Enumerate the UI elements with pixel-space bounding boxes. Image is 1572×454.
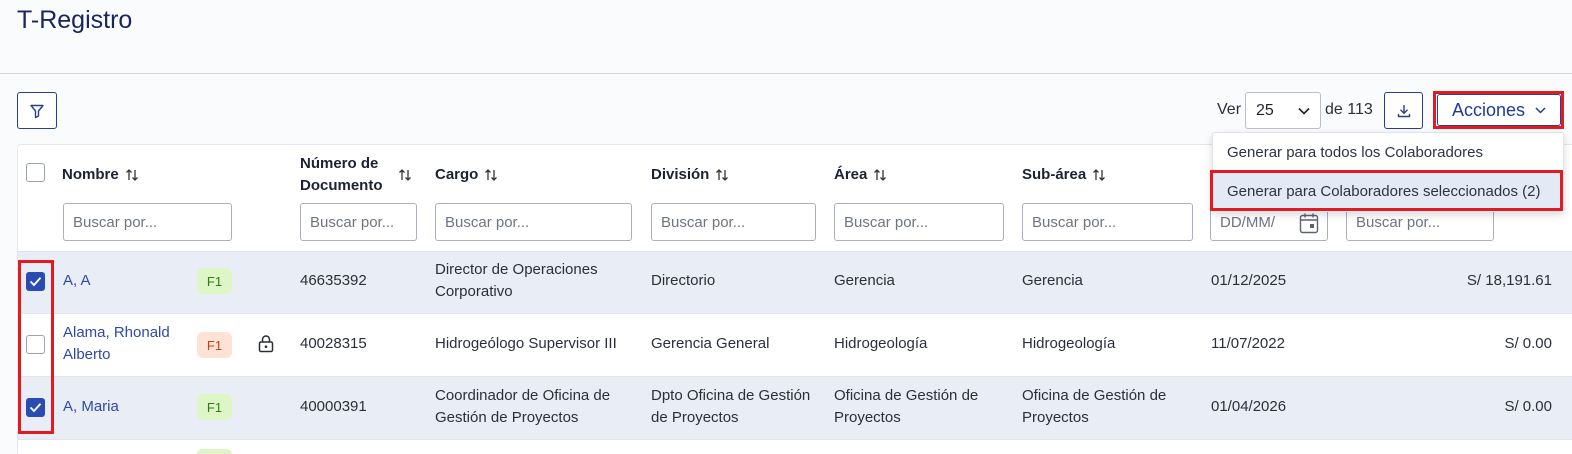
search-input-documento[interactable] — [300, 203, 417, 241]
menu-item-highlight-box — [1210, 170, 1563, 211]
status-badge: F1 — [197, 332, 232, 358]
download-icon — [1397, 104, 1410, 117]
column-header-label: Número de Documento — [300, 155, 383, 194]
monto-cell: S/ 18,191.61 — [1466, 272, 1552, 289]
column-header-label: Nombre — [62, 166, 119, 183]
division-cell: Dpto Oficina de Gestión de Proyectos — [651, 387, 811, 426]
table-row[interactable] — [18, 314, 1572, 376]
date-placeholder: DD/MM/ — [1220, 213, 1275, 231]
page-size-select[interactable]: 25 — [1245, 92, 1321, 129]
area-cell: Oficina de Gestión de Proyectos — [834, 387, 979, 426]
area-cell: Hidrogeología — [834, 335, 928, 352]
column-header-nombre[interactable]: Nombre — [62, 164, 139, 186]
collaborator-name-link[interactable]: A, Maria — [63, 396, 119, 418]
column-header-subarea[interactable]: Sub-área — [1022, 164, 1106, 186]
fecha-cell: 01/12/2025 — [1211, 272, 1287, 289]
fecha-cell: 11/07/2022 — [1211, 335, 1285, 352]
documento-cell: 46635392 — [300, 272, 367, 289]
total-records-label: de 113 — [1325, 101, 1373, 118]
page-size-value: 25 — [1256, 101, 1274, 119]
monto-cell: S/ 0.00 — [1504, 398, 1552, 415]
filter-icon — [30, 104, 44, 118]
collaborator-name-link[interactable]: Alama, Rhonald Alberto — [63, 322, 188, 366]
status-badge: F1 — [197, 394, 232, 420]
search-input-subarea[interactable] — [1022, 203, 1193, 241]
column-header-documento[interactable]: Número de Documento — [300, 153, 420, 197]
monto-cell: S/ 0.00 — [1504, 335, 1552, 352]
chevron-down-icon — [1298, 107, 1310, 115]
table-row[interactable] — [18, 252, 1572, 313]
documento-cell: 40000391 — [300, 398, 367, 415]
sort-icon — [874, 169, 887, 181]
acciones-highlight-box — [1433, 91, 1564, 129]
documento-cell: 40028315 — [300, 335, 367, 352]
select-all-checkbox[interactable] — [26, 163, 45, 182]
column-header-division[interactable]: División — [651, 164, 729, 186]
search-input-cargo[interactable] — [435, 203, 632, 241]
column-header-label: Área — [834, 166, 868, 183]
status-badge — [197, 449, 232, 454]
search-input-nombre[interactable] — [63, 203, 232, 241]
sort-icon — [399, 169, 411, 181]
subarea-cell: Oficina de Gestión de Proyectos — [1022, 387, 1167, 426]
download-button[interactable] — [1384, 92, 1423, 129]
division-cell: Directorio — [651, 272, 716, 289]
sort-icon — [125, 169, 138, 181]
checkbox-column-highlight — [18, 260, 54, 434]
table-row[interactable] — [18, 440, 1572, 454]
area-cell: Gerencia — [834, 272, 895, 289]
search-input-division[interactable] — [651, 203, 816, 241]
sort-icon — [1093, 169, 1106, 181]
subarea-cell: Hidrogeología — [1022, 335, 1116, 352]
column-header-label: División — [651, 166, 710, 183]
calendar-icon[interactable] — [1299, 212, 1319, 234]
header-divider — [0, 73, 1572, 74]
fecha-cell: 01/04/2026 — [1211, 398, 1287, 415]
column-header-cargo[interactable]: Cargo — [435, 164, 498, 186]
subarea-cell: Gerencia — [1022, 272, 1083, 289]
lock-icon — [258, 335, 274, 353]
menu-item-generar-todos[interactable]: Generar para todos los Colaboradores — [1213, 133, 1563, 171]
collaborator-name-link[interactable]: A, A — [63, 270, 183, 292]
ver-label: Ver — [1217, 101, 1242, 118]
status-badge: F1 — [197, 268, 232, 294]
page-title: T-Registro — [17, 6, 133, 34]
column-header-label: Sub-área — [1022, 166, 1087, 183]
division-cell: Gerencia General — [651, 335, 770, 352]
cargo-cell: Director de Operaciones Corporativo — [435, 261, 598, 300]
column-header-area[interactable]: Área — [834, 164, 887, 186]
column-header-label: Cargo — [435, 166, 479, 183]
sort-icon — [485, 169, 498, 181]
filter-button[interactable] — [17, 92, 57, 129]
cargo-cell: Coordinador de Oficina de Gestión de Pro… — [435, 387, 611, 426]
cargo-cell: Hidrogeólogo Supervisor III — [435, 335, 617, 352]
search-input-area[interactable] — [834, 203, 1004, 241]
sort-icon — [716, 169, 729, 181]
